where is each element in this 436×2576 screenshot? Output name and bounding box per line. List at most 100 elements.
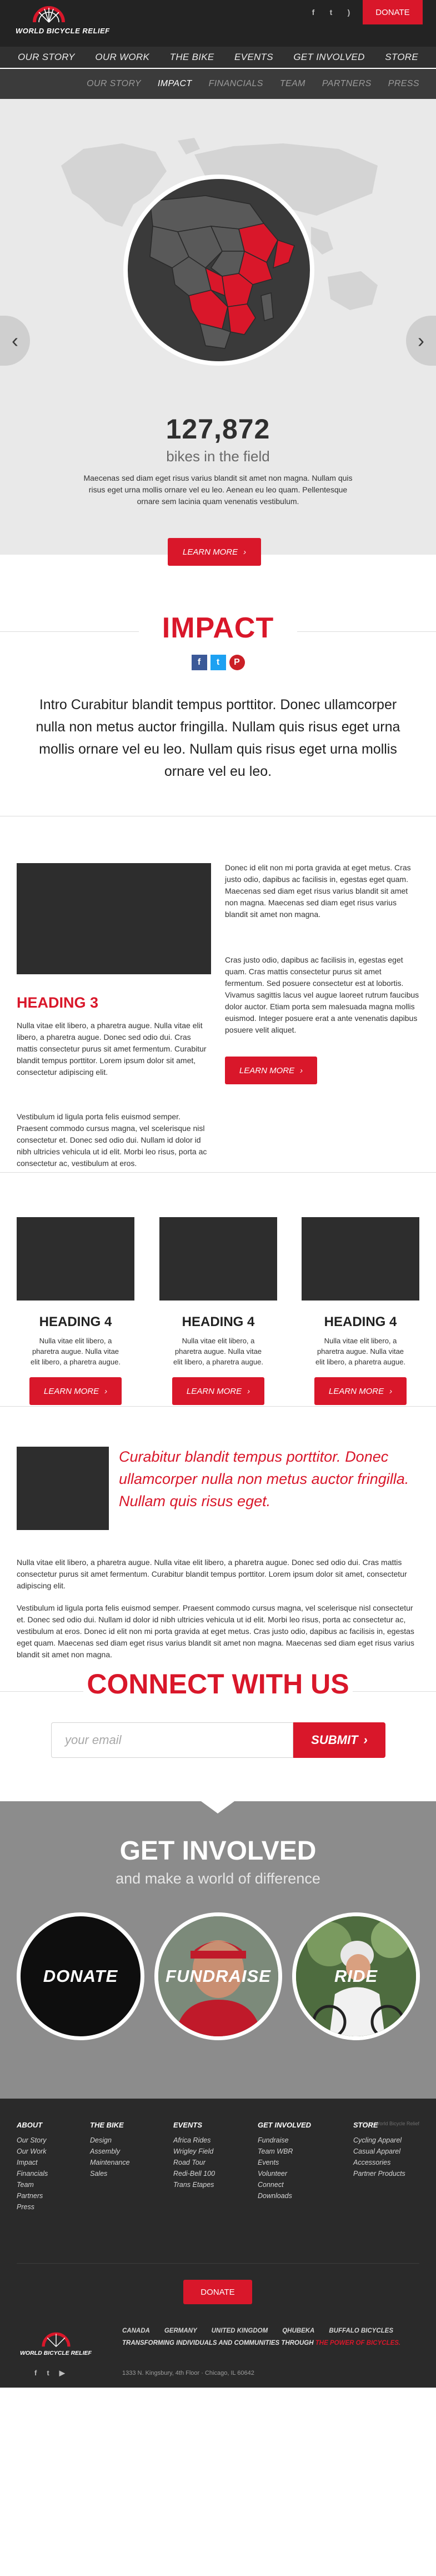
sub-nav: OUR STORY IMPACT FINANCIALS TEAM PARTNER… — [0, 69, 436, 99]
intro-text: Intro Curabitur blandit tempus porttitor… — [36, 697, 400, 779]
footer-link[interactable]: Partners — [17, 2190, 48, 2201]
footer-link[interactable]: Wrigley Field — [173, 2146, 215, 2157]
footer-link[interactable]: Assembly — [90, 2146, 130, 2157]
submit-button[interactable]: SUBMIT › — [293, 1722, 385, 1758]
footer-link[interactable]: Downloads — [258, 2190, 311, 2201]
footer-link[interactable]: Sales — [90, 2168, 130, 2179]
country-link[interactable]: BUFFALO BICYCLES — [329, 2328, 393, 2334]
donate-button[interactable]: DONATE — [363, 0, 423, 24]
country-link[interactable]: UNITED KINGDOM — [212, 2328, 268, 2334]
twitter-icon[interactable]: t — [327, 8, 335, 17]
chevron-right-icon: › — [418, 329, 424, 352]
ride-card[interactable]: RIDE — [292, 1912, 420, 2040]
footer-heading: STORE — [353, 2121, 378, 2129]
footer-link[interactable]: Trans Etapes — [173, 2179, 215, 2190]
chevron-right-icon: › — [300, 1065, 303, 1075]
fundraise-card-label: FUNDRAISE — [166, 1966, 271, 1986]
hero-learn-more-button[interactable]: LEARN MORE › — [168, 538, 261, 566]
footer-link[interactable]: Redi-Bell 100 — [173, 2168, 215, 2179]
feature-card: HEADING 4 Nulla vitae elit libero, a pha… — [17, 1217, 134, 1405]
footer-link[interactable]: Africa Rides — [173, 2135, 215, 2146]
footer-link[interactable]: Maintenance — [90, 2157, 130, 2168]
bikes-count: 127,872 — [166, 413, 270, 445]
footer-logo-text: WORLD BICYCLE RELIEF — [20, 2350, 92, 2356]
footer-donate-button[interactable]: DONATE — [183, 2280, 252, 2304]
footer-link[interactable]: Road Tour — [173, 2157, 215, 2168]
wheel-logo-icon — [42, 2332, 71, 2347]
hero-description: Maecenas sed diam eget risus varius blan… — [83, 474, 353, 506]
footer-link[interactable]: Connect — [258, 2179, 311, 2190]
nav-item-store[interactable]: STORE — [385, 52, 418, 63]
email-input[interactable]: your email — [51, 1722, 293, 1758]
footer-link[interactable]: Impact — [17, 2157, 48, 2168]
youtube-icon[interactable]: ▶ — [59, 2369, 65, 2378]
footer-link[interactable]: Design — [90, 2135, 130, 2146]
logo[interactable]: WORLD BICYCLE RELIEF — [16, 4, 116, 38]
chevron-right-icon: › — [243, 547, 247, 557]
footer-link[interactable]: Events — [258, 2157, 311, 2168]
hero-section: ‹ › 127,872 bikes in the field Maecenas … — [0, 99, 436, 566]
footer-link[interactable]: Our Work — [17, 2146, 48, 2157]
twitter-icon[interactable]: t — [210, 655, 226, 670]
subnav-item-financials[interactable]: FINANCIALS — [209, 79, 263, 89]
footer-column-get-involved: GET INVOLVED Fundraise Team WBR Events V… — [258, 2121, 311, 2201]
page-title: IMPACT — [162, 612, 274, 644]
facebook-icon[interactable]: f — [309, 8, 317, 17]
chevron-left-icon: ‹ — [12, 329, 18, 352]
footer-link[interactable]: Volunteer — [258, 2168, 311, 2179]
rss-icon[interactable]: ) — [345, 8, 353, 17]
nav-item-get-involved[interactable]: GET INVOLVED — [293, 52, 364, 63]
connect-section: CONNECT WITH US your email SUBMIT › — [0, 1668, 436, 1779]
learn-more-button[interactable]: LEARN MORE › — [225, 1057, 317, 1084]
footer-link[interactable]: Team WBR — [258, 2146, 311, 2157]
feature-card: HEADING 4 Nulla vitae elit libero, a pha… — [302, 1217, 419, 1405]
footer-column-the-bike: THE BIKE Design Assembly Maintenance Sal… — [90, 2121, 130, 2179]
twitter-icon[interactable]: t — [47, 2369, 49, 2378]
footer-address: 1333 N. Kingsbury, 4th Floor · Chicago, … — [122, 2370, 254, 2376]
footer-logo[interactable]: WORLD BICYCLE RELIEF — [20, 2331, 103, 2359]
nav-item-events[interactable]: EVENTS — [234, 52, 273, 63]
footer-link[interactable]: Team — [17, 2179, 48, 2190]
nav-item-our-story[interactable]: OUR STORY — [18, 52, 75, 63]
footer-link[interactable]: Fundraise — [258, 2135, 311, 2146]
footer-link[interactable]: Financials — [17, 2168, 48, 2179]
learn-more-label: LEARN MORE — [186, 1386, 242, 1396]
pinterest-icon[interactable]: P — [229, 655, 245, 670]
facebook-icon[interactable]: f — [34, 2369, 37, 2378]
nav-item-the-bike[interactable]: THE BIKE — [170, 52, 214, 63]
card-text: Nulla vitae elit libero, a pharetra augu… — [173, 1337, 263, 1366]
subnav-item-team[interactable]: TEAM — [280, 79, 305, 89]
card-text: Nulla vitae elit libero, a pharetra augu… — [31, 1337, 121, 1366]
footer-link[interactable]: Our Story — [17, 2135, 48, 2146]
learn-more-button[interactable]: LEARN MORE › — [29, 1377, 122, 1405]
facebook-icon[interactable]: f — [191, 655, 207, 670]
subnav-item-partners[interactable]: PARTNERS — [322, 79, 372, 89]
notch-arrow — [201, 1801, 234, 1813]
learn-more-button[interactable]: LEARN MORE › — [314, 1377, 407, 1405]
subnav-item-impact[interactable]: IMPACT — [158, 79, 192, 89]
country-link[interactable]: QHUBEKA — [282, 2328, 314, 2334]
donate-card[interactable]: DONATE — [17, 1912, 144, 2040]
prev-slide-button[interactable]: ‹ — [0, 316, 30, 366]
card-heading: HEADING 4 — [39, 1314, 112, 1329]
footer-link[interactable]: Accessories — [353, 2157, 405, 2168]
footer-link[interactable]: Partner Products — [353, 2168, 405, 2179]
subnav-item-press[interactable]: PRESS — [388, 79, 419, 89]
image-placeholder — [17, 1447, 109, 1530]
section-heading: HEADING 3 — [17, 994, 99, 1011]
next-slide-button[interactable]: › — [406, 316, 436, 366]
nav-item-our-work[interactable]: OUR WORK — [95, 52, 149, 63]
learn-more-button[interactable]: LEARN MORE › — [172, 1377, 264, 1405]
country-link[interactable]: CANADA — [122, 2328, 150, 2334]
footer-link[interactable]: Press — [17, 2201, 48, 2213]
fundraise-card[interactable]: FUNDRAISE — [154, 1912, 282, 2040]
footer-link[interactable]: Casual Apparel — [353, 2146, 405, 2157]
footer-heading: THE BIKE — [90, 2121, 124, 2129]
footer-column-events: EVENTS Africa Rides Wrigley Field Road T… — [173, 2121, 215, 2190]
footer: © 2014 World Bicycle Relief ABOUT Our St… — [0, 2099, 436, 2388]
footer-link[interactable]: Cycling Apparel — [353, 2135, 405, 2146]
feature-card: HEADING 4 Nulla vitae elit libero, a pha… — [159, 1217, 277, 1405]
africa-map-highlight — [123, 175, 314, 366]
country-link[interactable]: GERMANY — [164, 2328, 197, 2334]
subnav-item-our-story[interactable]: OUR STORY — [87, 79, 141, 89]
